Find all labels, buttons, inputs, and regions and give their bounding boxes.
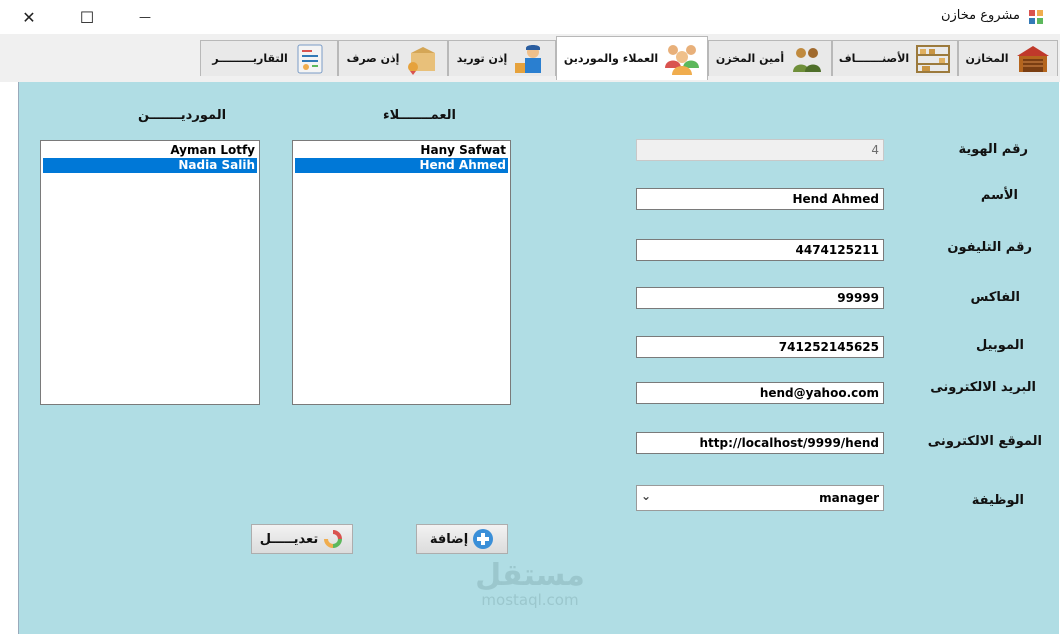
phone-label: رقم التليفون: [947, 240, 1032, 255]
tab-dispense-permit[interactable]: إذن صرف: [338, 40, 448, 76]
minimize-icon: —: [139, 10, 151, 24]
id-label: رقم الهوية: [958, 142, 1028, 157]
tab-strip: المخازن الأصنـــــــاف أمين المخزن العمل…: [0, 34, 1060, 82]
edit-button[interactable]: تعديـــــل: [251, 524, 353, 554]
list-item[interactable]: Hany Safwat: [295, 143, 508, 158]
tab-label: الأصنـــــــاف: [838, 52, 910, 65]
list-item[interactable]: Ayman Lotfy: [43, 143, 257, 158]
box-ribbon-icon: [408, 46, 436, 75]
tab-storekeeper[interactable]: أمين المخزن: [708, 40, 832, 76]
tab-label: المخازن: [965, 52, 1009, 65]
mobile-label: الموبيل: [976, 338, 1024, 353]
tab-supply-permit[interactable]: إذن توريد: [448, 40, 556, 76]
name-field[interactable]: [636, 188, 884, 210]
warehouse-icon: [1016, 45, 1049, 72]
plus-icon: [473, 529, 494, 549]
customers-list[interactable]: Hany Safwat Hend Ahmed: [292, 140, 511, 405]
job-label: الوظيفة: [971, 493, 1024, 508]
suppliers-header: الموردیـــــــن: [138, 108, 227, 123]
tab-items[interactable]: الأصنـــــــاف: [832, 40, 958, 76]
edit-button-label: تعديـــــل: [259, 531, 319, 547]
email-label: البريد الالكترونى: [930, 380, 1036, 395]
suppliers-list[interactable]: Ayman Lotfy Nadia Salih: [40, 140, 260, 405]
add-button-label: إضافة: [429, 531, 469, 547]
delivery-worker-icon: [515, 44, 542, 73]
tab-label: إذن توريد: [456, 52, 508, 65]
tab-reports[interactable]: التقاريـــــــــر: [200, 40, 338, 76]
fax-field[interactable]: [636, 287, 884, 309]
tab-label: إذن صرف: [346, 52, 400, 65]
website-field[interactable]: [636, 432, 884, 454]
tab-warehouses[interactable]: المخازن: [958, 40, 1058, 76]
maximize-button[interactable]: ☐: [64, 0, 110, 34]
fax-label: الفاكس: [970, 290, 1020, 305]
mobile-field[interactable]: [636, 336, 884, 358]
website-label: الموقع الالكترونى: [927, 434, 1042, 449]
tab-label: العملاء والموردين: [563, 52, 659, 65]
maximize-icon: ☐: [79, 7, 95, 27]
add-button[interactable]: إضافة: [416, 524, 508, 554]
email-field[interactable]: [636, 382, 884, 404]
minimize-button[interactable]: —: [122, 0, 168, 34]
id-field[interactable]: [636, 139, 884, 161]
phone-field[interactable]: [636, 239, 884, 261]
people-icon: [665, 44, 700, 75]
shelves-icon: [916, 44, 951, 73]
watermark: مستقل mostaql.com: [465, 558, 595, 609]
close-icon: ✕: [22, 7, 36, 27]
window-title: مشروع مخازن: [940, 8, 1020, 23]
job-select[interactable]: manager ⌄: [636, 485, 884, 511]
tab-label: أمين المخزن: [715, 52, 785, 65]
tab-customers-suppliers[interactable]: العملاء والموردين: [556, 36, 708, 80]
tab-label: التقاريـــــــــر: [212, 52, 288, 65]
title-bar: ✕ ☐ — مشروع مخازن: [0, 0, 1060, 34]
job-selected-value: manager: [819, 491, 879, 505]
watermark-arabic: مستقل: [475, 558, 585, 593]
report-icon: [297, 44, 323, 73]
app-icon: [1029, 10, 1043, 24]
refresh-icon: [324, 530, 343, 548]
users-group-icon: [793, 47, 822, 72]
name-label: الأسم: [980, 188, 1018, 203]
list-item[interactable]: Nadia Salih: [43, 158, 257, 173]
chevron-down-icon: ⌄: [641, 489, 652, 503]
watermark-latin: mostaql.com: [481, 591, 579, 609]
list-item[interactable]: Hend Ahmed: [295, 158, 508, 173]
customers-header: العمـــــــلاء: [383, 108, 457, 123]
close-button[interactable]: ✕: [6, 0, 52, 34]
